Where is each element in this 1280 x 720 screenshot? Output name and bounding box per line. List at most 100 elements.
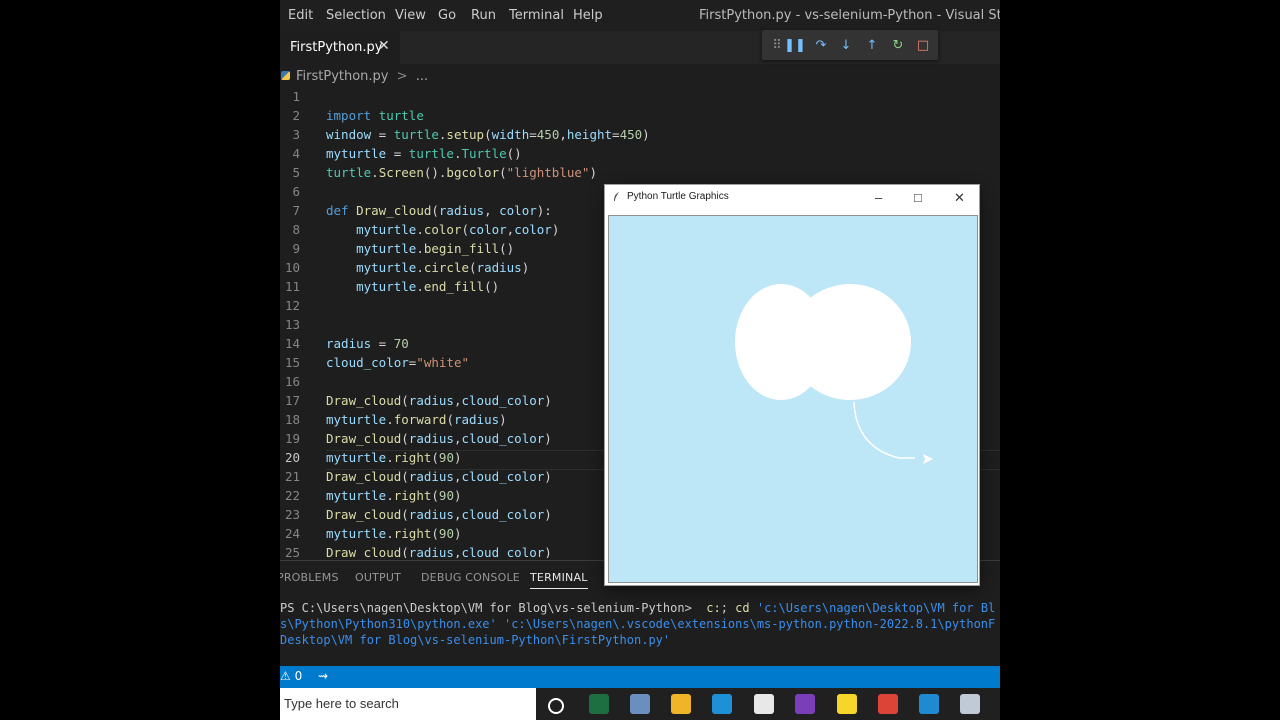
code-token: setup (446, 127, 485, 142)
minimize-icon[interactable]: – (875, 190, 882, 205)
code-line[interactable]: Draw_cloud(radius,cloud_color) (326, 469, 552, 484)
step-out-icon[interactable]: ↑ (863, 36, 881, 54)
code-line[interactable]: cloud_color="white" (326, 355, 469, 370)
code-token: ) (544, 545, 552, 558)
code-line[interactable]: import turtle (326, 108, 424, 123)
code-token: color (514, 222, 552, 237)
python-file-icon (281, 71, 290, 80)
file-explorer-icon[interactable] (671, 694, 691, 714)
step-over-icon[interactable]: ↷ (812, 36, 830, 54)
sticky-notes-icon[interactable] (837, 694, 857, 714)
code-token: Draw_cloud (326, 431, 402, 446)
code-token: def (326, 203, 357, 218)
line-number: 6 (292, 184, 300, 199)
code-token: turtle (378, 108, 424, 123)
visual-studio-icon[interactable] (795, 694, 815, 714)
taskbar-search-box[interactable]: Type here to search (280, 688, 536, 720)
tab-firstpython[interactable]: FirstPython.py ✕ (280, 31, 400, 64)
code-line[interactable]: turtle.Screen().bgcolor("lightblue") (326, 165, 597, 180)
search-placeholder: Type here to search (284, 696, 399, 711)
code-line[interactable]: myturtle.end_fill() (326, 279, 499, 294)
breadcrumb-more[interactable]: ... (416, 69, 428, 84)
menu-selection[interactable]: Selection (326, 8, 386, 23)
cortana-icon[interactable] (548, 698, 564, 714)
code-token: () (484, 279, 500, 294)
turtle-window-titlebar[interactable]: Python Turtle Graphics – □ ✕ (605, 185, 979, 211)
pause-icon[interactable]: ❚❚ (784, 36, 806, 54)
code-token: , (559, 127, 567, 142)
code-token: cloud_color (461, 507, 545, 522)
turtle-canvas (608, 215, 978, 583)
code-line[interactable]: Draw_cloud(radius,cloud_color) (326, 507, 552, 522)
code-token: ( (431, 450, 439, 465)
turtle-graphics-window[interactable]: Python Turtle Graphics – □ ✕ (604, 184, 980, 586)
code-line[interactable]: Draw_cloud(radius,cloud_color) (326, 431, 552, 446)
panel-tab-problems[interactable]: PROBLEMS (280, 571, 339, 584)
code-token: color (499, 203, 537, 218)
line-number: 3 (292, 127, 300, 142)
menu-edit[interactable]: Edit (288, 8, 313, 23)
stop-icon[interactable]: □ (914, 36, 932, 54)
window-title: FirstPython.py - vs-selenium-Python - Vi… (699, 8, 1000, 23)
close-window-icon[interactable]: ✕ (954, 190, 965, 206)
code-token: = (529, 127, 537, 142)
problems-status[interactable]: ⚠ 0 (280, 669, 302, 683)
code-token: turtle (326, 165, 372, 180)
code-token: begin_fill (423, 241, 500, 256)
line-number: 10 (284, 260, 300, 275)
maximize-icon[interactable]: □ (914, 190, 922, 205)
menu-run[interactable]: Run (471, 8, 496, 23)
chrome-icon[interactable] (878, 694, 898, 714)
code-line[interactable]: radius = 70 (326, 336, 409, 351)
menu-view[interactable]: View (395, 8, 426, 23)
code-line[interactable]: Draw_cloud(radius,cloud_color) (326, 545, 552, 558)
close-icon[interactable]: ✕ (378, 38, 390, 54)
code-token: . (416, 279, 424, 294)
step-into-icon[interactable]: ↓ (837, 36, 855, 54)
code-line[interactable]: myturtle = turtle.Turtle() (326, 146, 522, 161)
menu-help[interactable]: Help (573, 8, 603, 23)
code-token: ) (544, 393, 552, 408)
remote-debug-icon[interactable]: ⇝ (318, 669, 328, 683)
panel-tab-output[interactable]: OUTPUT (355, 571, 401, 584)
menu-terminal[interactable]: Terminal (509, 8, 564, 23)
code-token: Draw_cloud (326, 393, 402, 408)
python-tool-icon[interactable] (960, 694, 980, 714)
code-token: cloud_color (326, 355, 409, 370)
code-line[interactable]: myturtle.right(90) (326, 488, 462, 503)
restart-icon[interactable]: ↻ (889, 36, 907, 54)
breadcrumb-file[interactable]: FirstPython.py > ... (296, 69, 428, 84)
terminal-text: 'c:\Users\nagen\Desktop\VM for Bl (756, 601, 996, 615)
code-line[interactable]: myturtle.forward(radius) (326, 412, 507, 427)
code-line[interactable]: window = turtle.setup(width=450,height=4… (326, 127, 650, 142)
edge-icon[interactable] (712, 694, 732, 714)
panel-tab-debug-console[interactable]: DEBUG CONSOLE (421, 571, 520, 584)
code-token: cloud_color (461, 545, 545, 558)
vscode-icon[interactable] (919, 694, 939, 714)
code-line[interactable]: myturtle.right(90) (326, 526, 462, 541)
code-line[interactable]: myturtle.color(color,color) (326, 222, 559, 237)
code-line[interactable]: myturtle.right(90) (326, 450, 462, 465)
excel-icon[interactable] (589, 694, 609, 714)
code-line[interactable]: Draw_cloud(radius,cloud_color) (326, 393, 552, 408)
code-line[interactable]: myturtle.begin_fill() (326, 241, 514, 256)
code-line[interactable]: def Draw_cloud(radius, color): (326, 203, 552, 218)
code-token: ) (642, 127, 650, 142)
tab-label: FirstPython.py (290, 40, 383, 55)
code-token: turtle (393, 127, 439, 142)
notepad-icon[interactable] (754, 694, 774, 714)
line-number: 24 (284, 526, 300, 541)
code-token: ) (521, 260, 530, 275)
code-line[interactable]: myturtle.circle(radius) (326, 260, 529, 275)
code-token: height (566, 127, 613, 142)
code-token: . (371, 165, 379, 180)
panel-tab-terminal[interactable]: TERMINAL (530, 571, 588, 589)
code-token: ) (544, 469, 552, 484)
menu-go[interactable]: Go (438, 8, 456, 23)
paint-icon[interactable] (630, 694, 650, 714)
code-token: right (393, 450, 432, 465)
code-token: myturtle (326, 450, 387, 465)
code-token: end_fill (423, 279, 485, 294)
terminal-text: Desktop\VM for Blog\vs-selenium-Python\F… (280, 633, 671, 647)
